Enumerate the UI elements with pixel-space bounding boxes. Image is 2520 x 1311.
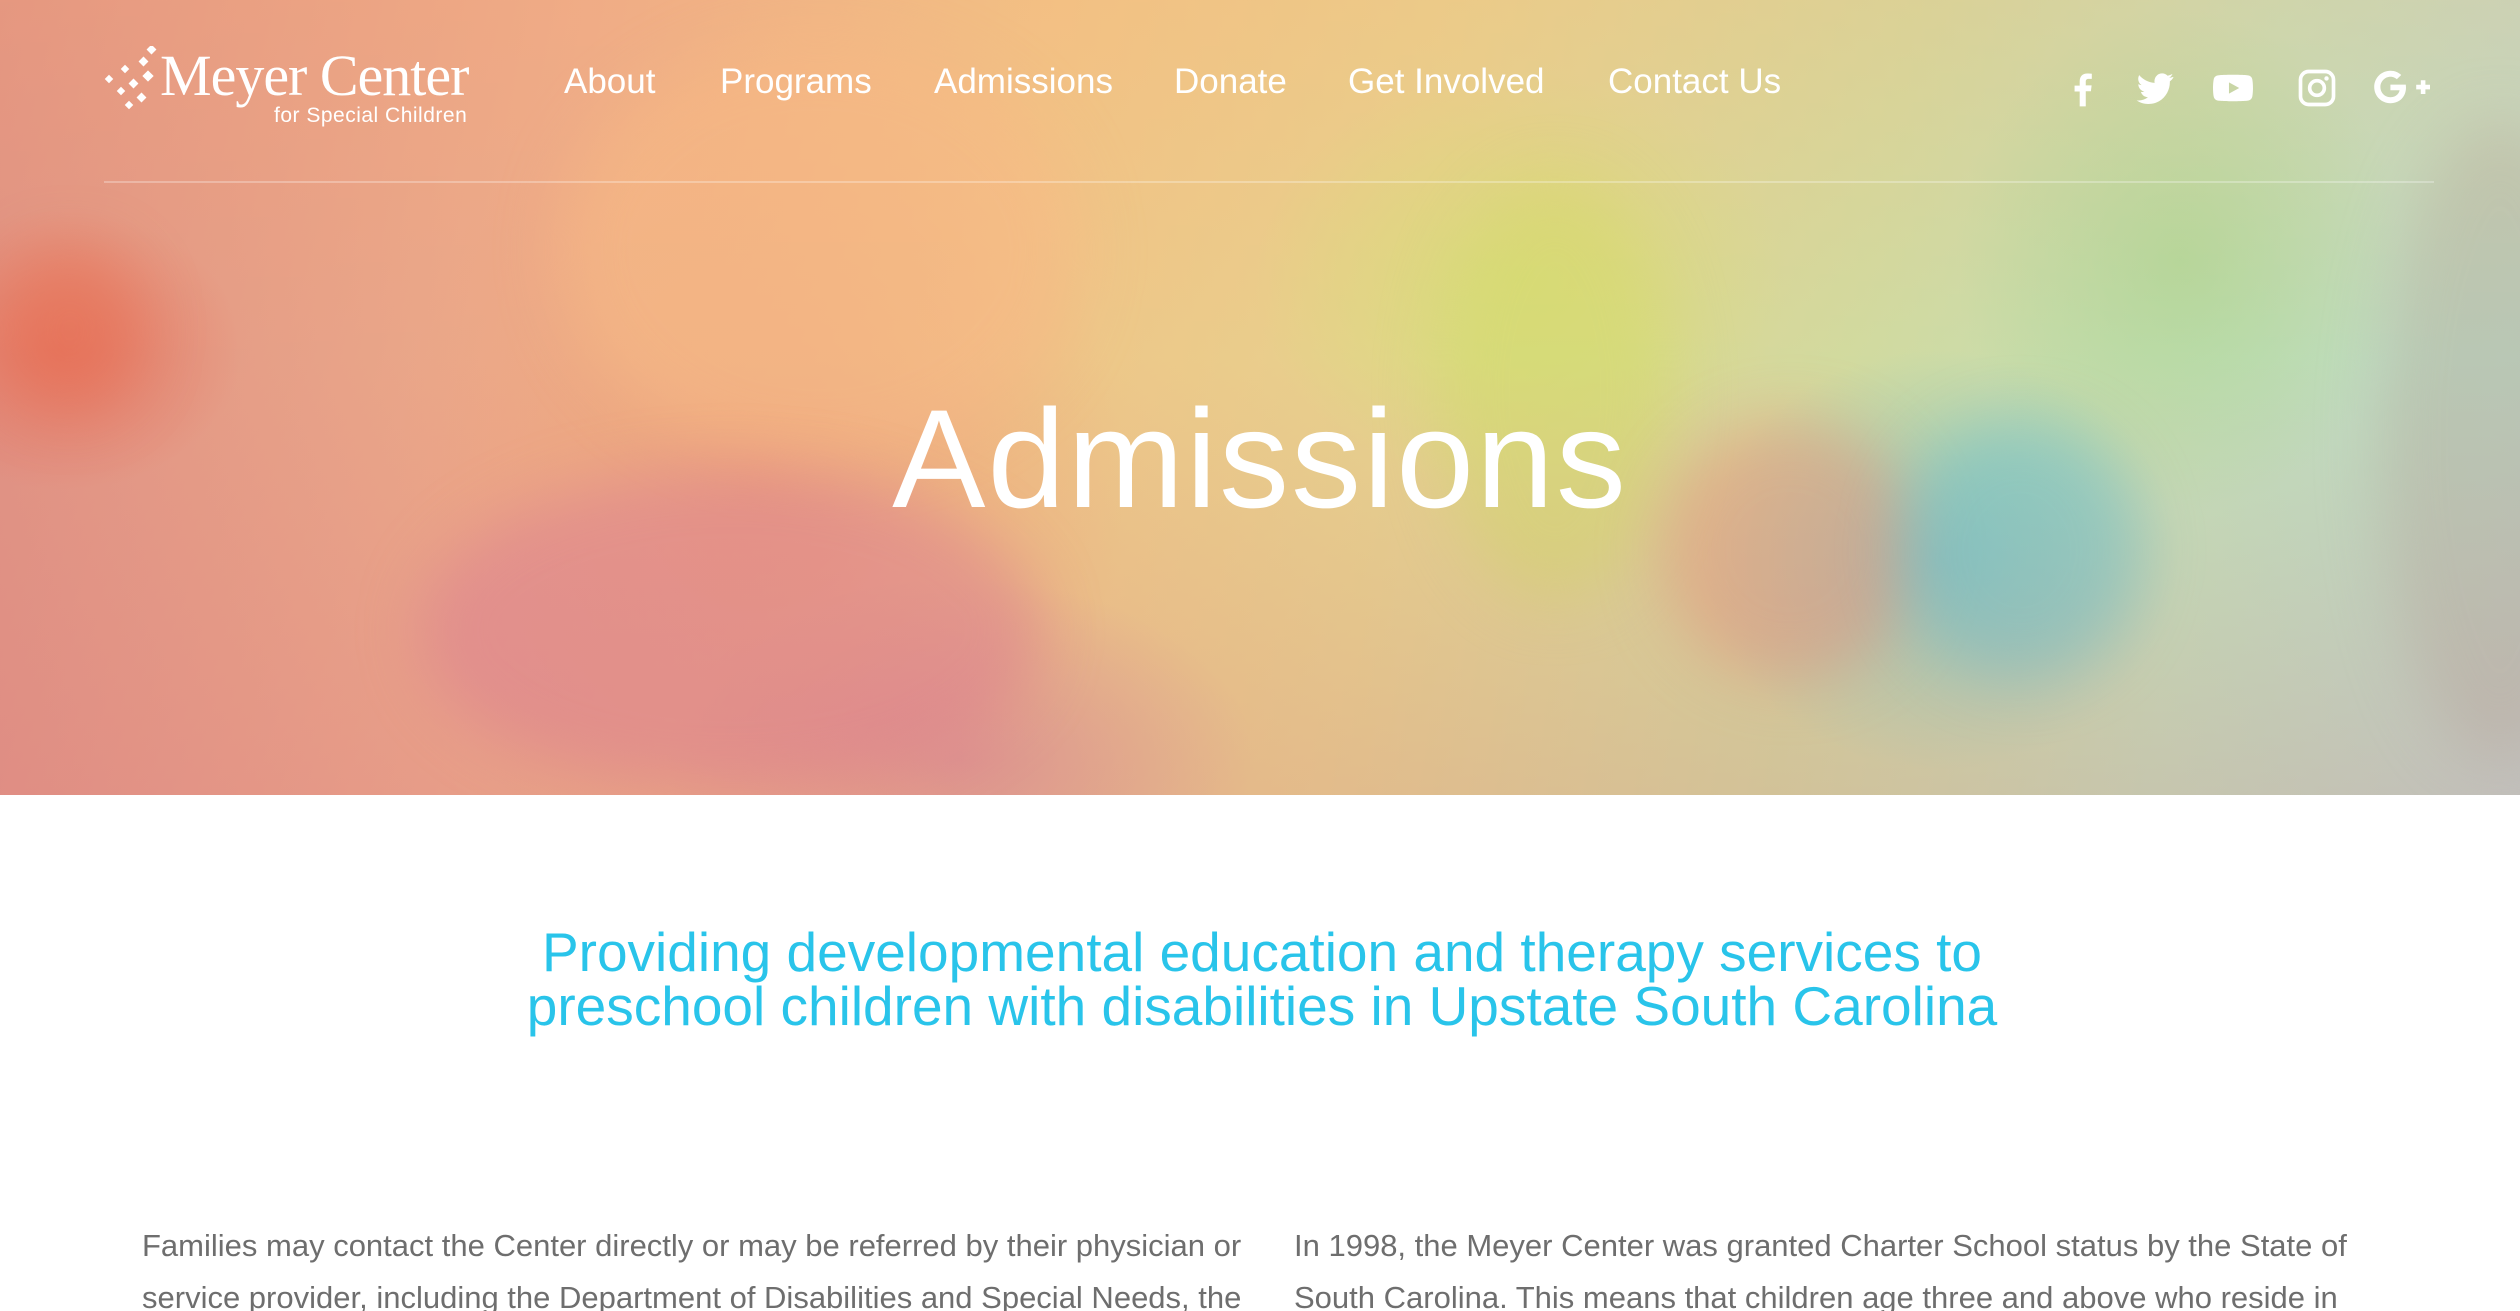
youtube-icon[interactable]: [2210, 66, 2256, 110]
charter-school-paragraph: In 1998, the Meyer Center was granted Ch…: [1294, 1228, 2347, 1311]
nav-item-admissions[interactable]: Admissions: [934, 62, 1113, 102]
twitter-icon[interactable]: [2132, 66, 2178, 110]
nav-item-contact-us[interactable]: Contact Us: [1608, 62, 1781, 102]
referral-paragraph: Families may contact the Center directly…: [142, 1228, 1242, 1311]
nav-item-about[interactable]: About: [564, 62, 655, 102]
logo-dots-icon: [104, 46, 157, 110]
instagram-icon[interactable]: [2294, 66, 2340, 110]
nav-item-donate[interactable]: Donate: [1174, 62, 1287, 102]
facebook-icon[interactable]: [2060, 66, 2106, 110]
page-title: Admissions: [892, 380, 1628, 537]
mission-tagline: Providing developmental education and th…: [526, 921, 1998, 1037]
site-header: Meyer Center for Special Children About …: [0, 0, 2520, 183]
nav-item-get-involved[interactable]: Get Involved: [1348, 62, 1545, 102]
header-divider: [104, 181, 2434, 183]
nav-item-programs[interactable]: Programs: [720, 62, 872, 102]
logo-subtitle: for Special Children: [274, 104, 468, 127]
google-plus-icon[interactable]: [2370, 66, 2434, 110]
logo-wordmark: Meyer Center: [160, 43, 469, 108]
site-logo[interactable]: Meyer Center for Special Children: [104, 40, 504, 135]
page: Meyer Center for Special Children About …: [0, 0, 2520, 1311]
hero-banner: Meyer Center for Special Children About …: [0, 0, 2520, 795]
